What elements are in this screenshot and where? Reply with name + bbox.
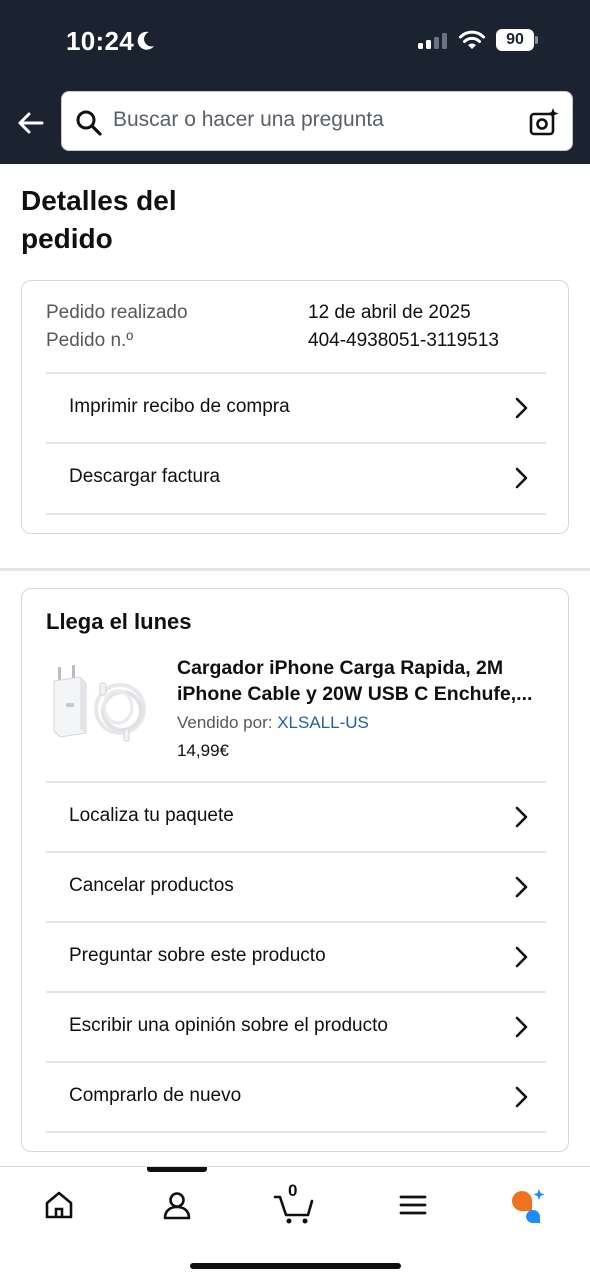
download-invoice-row[interactable]: Descargar factura: [46, 442, 546, 512]
active-tab-indicator: [147, 1167, 207, 1172]
home-indicator: [190, 1263, 401, 1269]
back-arrow-icon[interactable]: [14, 106, 48, 140]
chevron-right-icon: [515, 397, 528, 419]
status-time: 10:24: [66, 26, 134, 56]
nav-account[interactable]: [153, 1185, 201, 1225]
search-icon: [76, 110, 102, 136]
top-header: 10:24 90 Buscar o hacer una pregunta: [0, 0, 590, 164]
nav-menu[interactable]: [389, 1185, 437, 1225]
nav-rufus[interactable]: [506, 1185, 554, 1225]
seller-info: Vendido por: XLSALL-US: [177, 713, 369, 733]
order-number-label: Pedido n.º: [46, 330, 134, 351]
divider: [46, 513, 546, 515]
buy-again-label: Comprarlo de nuevo: [69, 1085, 242, 1106]
product-title[interactable]: Cargador iPhone Carga Rapida, 2M iPhone …: [177, 655, 549, 707]
order-info-card: Pedido realizado 12 de abril de 2025 Ped…: [21, 280, 569, 534]
cart-count: 0: [288, 1181, 298, 1200]
chevron-right-icon: [515, 946, 528, 968]
print-receipt-row[interactable]: Imprimir recibo de compra: [46, 372, 546, 442]
delivery-title: Llega el lunes: [46, 609, 192, 634]
product-image[interactable]: [50, 663, 150, 749]
battery-indicator: 90: [496, 29, 538, 51]
section-divider: [0, 568, 590, 571]
download-invoice-label: Descargar factura: [69, 466, 221, 487]
moon-icon: [137, 31, 154, 50]
account-icon: [163, 1192, 191, 1220]
chevron-right-icon: [515, 1086, 528, 1108]
print-receipt-label: Imprimir recibo de compra: [69, 396, 290, 417]
delivery-card: Llega el lunes Cargador iPhone Carga Rap…: [21, 588, 569, 1152]
ask-product-label: Preguntar sobre este producto: [69, 945, 326, 966]
seller-link[interactable]: XLSALL-US: [277, 713, 369, 732]
order-date-label: Pedido realizado: [46, 302, 188, 323]
chevron-right-icon: [515, 806, 528, 828]
seller-prefix: Vendido por:: [177, 713, 273, 732]
ask-product-row[interactable]: Preguntar sobre este producto: [46, 921, 546, 991]
chevron-right-icon: [515, 467, 528, 489]
home-icon: [45, 1191, 73, 1219]
product-title-line-1: Cargador iPhone Carga Rapida, 2M: [177, 657, 504, 679]
bottom-nav: 0: [0, 1166, 590, 1280]
order-date-value: 12 de abril de 2025: [308, 302, 471, 323]
cellular-signal-icon: [418, 33, 450, 49]
nav-cart[interactable]: 0: [271, 1181, 319, 1225]
product-price: 14,99€: [177, 741, 229, 760]
battery-level: 90: [496, 29, 534, 51]
nav-home[interactable]: [35, 1185, 83, 1225]
cancel-items-label: Cancelar productos: [69, 875, 234, 896]
order-number-value: 404-4938051-3119513: [308, 330, 499, 351]
camera-search-icon[interactable]: [528, 106, 560, 138]
track-package-label: Localiza tu paquete: [69, 805, 234, 826]
track-package-row[interactable]: Localiza tu paquete: [46, 781, 546, 851]
chevron-right-icon: [515, 876, 528, 898]
menu-icon: [399, 1195, 427, 1215]
write-review-label: Escribir una opinión sobre el producto: [69, 1015, 388, 1036]
buy-again-row[interactable]: Comprarlo de nuevo: [46, 1061, 546, 1131]
write-review-row[interactable]: Escribir una opinión sobre el producto: [46, 991, 546, 1061]
page-title: Detalles del pedido: [21, 185, 177, 254]
chevron-right-icon: [515, 1016, 528, 1038]
divider: [46, 1131, 546, 1133]
cancel-items-row[interactable]: Cancelar productos: [46, 851, 546, 921]
product-title-line-2: iPhone Cable y 20W USB C Enchufe,...: [177, 683, 533, 705]
search-bar[interactable]: Buscar o hacer una pregunta: [61, 91, 573, 151]
rufus-icon: [512, 1189, 545, 1224]
search-input[interactable]: Buscar o hacer una pregunta: [113, 108, 384, 132]
wifi-icon: [459, 30, 485, 49]
